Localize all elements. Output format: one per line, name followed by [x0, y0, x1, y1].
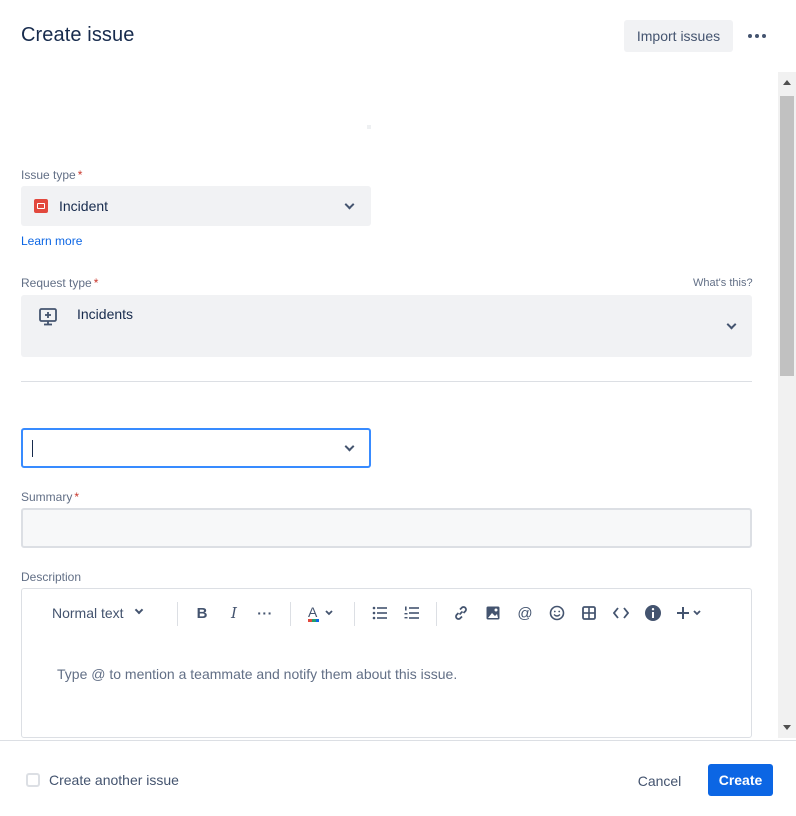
faint-mark — [367, 125, 371, 129]
request-type-value: Incidents — [77, 306, 134, 322]
incident-icon — [34, 199, 48, 213]
editor-toolbar: Normal text B I ··· A @ — [22, 589, 751, 637]
import-issues-button[interactable]: Import issues — [624, 20, 733, 52]
toolbar-separator — [354, 602, 355, 626]
scrollbar-thumb[interactable] — [780, 96, 794, 376]
monitor-plus-icon — [38, 307, 58, 327]
insert-more-icon[interactable] — [676, 603, 706, 623]
section-divider — [21, 381, 752, 382]
issue-type-value: Incident — [59, 198, 109, 214]
text-style-dropdown[interactable]: Normal text — [52, 603, 152, 623]
link-icon[interactable] — [451, 603, 471, 623]
vertical-scrollbar[interactable] — [778, 72, 796, 738]
dialog-header: Create issue Import issues — [0, 0, 796, 72]
toolbar-separator — [177, 602, 178, 626]
description-label: Description — [21, 570, 82, 584]
table-icon[interactable] — [579, 603, 599, 623]
dialog-title: Create issue — [21, 24, 135, 46]
info-icon[interactable] — [643, 603, 663, 623]
toolbar-separator — [290, 602, 291, 626]
chevron-down-icon — [134, 605, 143, 615]
emoji-icon[interactable] — [547, 603, 567, 623]
description-editor[interactable]: Normal text B I ··· A @ Type @ to mentio… — [21, 588, 752, 738]
focused-select[interactable] — [21, 428, 371, 468]
text-color-icon[interactable]: A — [305, 603, 337, 623]
create-another-label[interactable]: Create another issue — [49, 772, 179, 788]
issue-type-label: Issue type * — [21, 168, 83, 182]
italic-icon[interactable]: I — [224, 603, 244, 623]
scroll-down-arrow-icon[interactable] — [783, 725, 791, 730]
scroll-up-arrow-icon[interactable] — [783, 80, 791, 85]
create-button[interactable]: Create — [708, 764, 773, 796]
chevron-down-icon — [344, 199, 355, 210]
image-icon[interactable] — [483, 603, 503, 623]
request-type-label: Request type * — [21, 276, 99, 290]
toolbar-separator — [436, 602, 437, 626]
chevron-down-icon — [344, 441, 355, 452]
create-another-checkbox[interactable] — [26, 773, 40, 787]
mention-icon[interactable]: @ — [515, 603, 535, 623]
form-scroll-area[interactable]: Issue type * Incident Learn more Request … — [0, 72, 796, 740]
summary-label: Summary * — [21, 490, 80, 504]
cancel-button[interactable]: Cancel — [627, 765, 692, 797]
more-formatting-icon[interactable]: ··· — [255, 603, 275, 623]
summary-input[interactable] — [21, 508, 752, 548]
whats-this-link[interactable]: What's this? — [693, 277, 753, 289]
code-icon[interactable] — [611, 603, 631, 623]
text-caret — [32, 440, 33, 457]
bullet-list-icon[interactable] — [370, 603, 390, 623]
learn-more-link[interactable]: Learn more — [21, 234, 82, 248]
numbered-list-icon[interactable] — [402, 603, 422, 623]
bold-icon[interactable]: B — [192, 603, 212, 623]
more-options-button[interactable] — [743, 24, 771, 48]
chevron-down-icon — [726, 319, 737, 330]
svg-text:A: A — [308, 604, 318, 620]
dialog-footer: Create another issue Cancel Create — [0, 740, 796, 816]
request-type-select[interactable]: Incidents — [21, 295, 752, 357]
issue-type-select[interactable]: Incident — [21, 186, 371, 226]
description-placeholder: Type @ to mention a teammate and notify … — [57, 666, 458, 682]
ellipsis-icon — [748, 34, 752, 38]
